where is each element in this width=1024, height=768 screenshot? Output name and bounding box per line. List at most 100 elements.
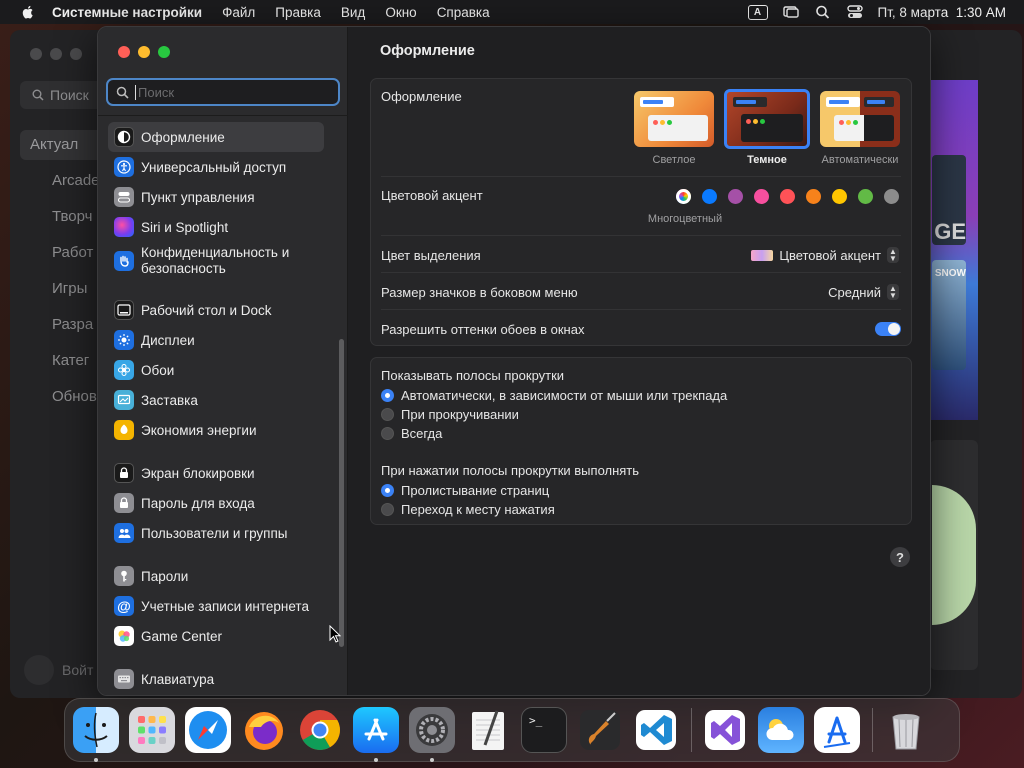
accent-swatch[interactable] (832, 189, 847, 204)
zoom-button[interactable] (158, 46, 170, 58)
menu-help[interactable]: Справка (437, 5, 490, 20)
sidebar-item-users-groups[interactable]: Пользователи и группы (108, 518, 324, 548)
sidebar-item-displays[interactable]: Дисплеи (108, 325, 324, 355)
content-pane: Оформление Оформление Светлое Темное Авт… (349, 27, 930, 695)
system-settings-icon[interactable] (409, 707, 455, 762)
accent-color-selected-label: Многоцветный (647, 213, 723, 225)
accent-swatch[interactable] (884, 189, 899, 204)
sidebar-scrollbar[interactable] (339, 339, 344, 647)
sidebar-icon-size-popup[interactable]: Средний ▲ ▼ (828, 284, 899, 300)
radio-button[interactable] (381, 484, 394, 497)
radio-scrollbars-auto[interactable]: Автоматически, в зависимости от мыши или… (381, 388, 727, 403)
window-controls (118, 46, 170, 58)
menu-app-name[interactable]: Системные настройки (52, 5, 202, 20)
menu-file[interactable]: Файл (222, 5, 255, 20)
sidebar-item-lock-screen[interactable]: Экран блокировки (108, 458, 324, 488)
avatar[interactable] (24, 655, 54, 685)
appearance-option-light-label: Светлое (652, 154, 696, 166)
visual-studio-icon[interactable] (702, 707, 748, 753)
spotlight-search-icon[interactable] (814, 4, 832, 20)
firefox-icon[interactable] (241, 707, 287, 753)
radio-button[interactable] (381, 427, 394, 440)
highlight-color-popup[interactable]: Цветовой акцент ▲ ▼ (751, 247, 899, 263)
sidebar-item-game-center[interactable]: Game Center (108, 621, 324, 651)
appearance-option-dark-label: Темное (747, 154, 787, 166)
background-game-tile[interactable]: GE (932, 155, 966, 245)
background-sign-in-label[interactable]: Войт (62, 662, 93, 678)
sidebar-item-accessibility[interactable]: Универсальный доступ (108, 152, 324, 182)
sidebar-item-screensaver[interactable]: Заставка (108, 385, 324, 415)
appearance-option-light[interactable] (634, 91, 714, 147)
textedit-icon[interactable] (465, 707, 511, 753)
accent-swatch[interactable] (780, 189, 795, 204)
sidebar-item-control-center[interactable]: Пункт управления (108, 182, 324, 212)
accent-swatch[interactable] (728, 189, 743, 204)
weather-icon[interactable] (758, 707, 804, 753)
accent-swatch[interactable] (806, 189, 821, 204)
dock-separator (872, 708, 873, 752)
sidebar-item-siri-spotlight[interactable]: Siri и Spotlight (108, 212, 324, 242)
sidebar-item-label: Универсальный доступ (141, 159, 287, 175)
login-password-icon (114, 493, 134, 513)
app-store-icon[interactable] (353, 707, 399, 762)
highlight-color-value: Цветовой акцент (779, 247, 881, 263)
sidebar-search[interactable] (106, 78, 340, 106)
background-game-tile[interactable]: SNOW (932, 260, 966, 370)
sidebar-item-login-password[interactable]: Пароль для входа (108, 488, 324, 518)
sidebar-item-energy-saver[interactable]: Экономия энергии (108, 415, 324, 445)
menu-view[interactable]: Вид (341, 5, 365, 20)
finder-icon[interactable] (73, 707, 119, 762)
accent-swatch[interactable] (702, 189, 717, 204)
accent-swatch[interactable] (754, 189, 769, 204)
sidebar-item-keyboard[interactable]: Клавиатура (108, 664, 324, 694)
radio-button[interactable] (381, 389, 394, 402)
sidebar-item-label: Учетные записи интернета (141, 598, 309, 614)
minimize-button[interactable] (138, 46, 150, 58)
sidebar-item-label: Пользователи и группы (141, 525, 288, 541)
appearance-option-auto[interactable] (820, 91, 900, 147)
menu-edit[interactable]: Правка (275, 5, 321, 20)
radio-scrollbars-when-scrolling[interactable]: При прокручивании (381, 407, 519, 422)
safari-icon[interactable] (185, 707, 231, 753)
radio-scroll-click-next-page[interactable]: Пролистывание страниц (381, 483, 549, 498)
input-source-icon[interactable]: A (747, 4, 768, 20)
background-search-label: Поиск (50, 87, 89, 103)
help-button[interactable]: ? (890, 547, 910, 567)
apple-icon[interactable] (20, 4, 36, 20)
radio-button[interactable] (381, 503, 394, 516)
desktop-dock-icon (114, 300, 134, 320)
system-settings-window: Оформление Универсальный доступ Пункт уп… (97, 26, 931, 696)
accessibility-icon (114, 157, 134, 177)
accent-swatch[interactable] (858, 189, 873, 204)
xcode-instruments-icon[interactable] (814, 707, 860, 753)
accent-swatch-multicolor[interactable] (676, 189, 691, 204)
vscode-icon[interactable] (633, 707, 679, 753)
appearance-option-dark[interactable] (724, 89, 810, 149)
sidebar-item-wallpaper[interactable]: Обои (108, 355, 324, 385)
search-input[interactable] (135, 84, 325, 100)
sidebar-item-privacy-security[interactable]: Конфиденциальность и безопасность (108, 243, 324, 279)
wallpaper-tinting-toggle[interactable] (875, 322, 901, 336)
control-center-icon[interactable] (846, 4, 864, 20)
radio-scrollbars-always[interactable]: Всегда (381, 426, 442, 441)
radio-scroll-click-jump[interactable]: Переход к месту нажатия (381, 502, 555, 517)
menu-clock[interactable]: Пт, 8 марта 1:30 AM (878, 5, 1006, 20)
sidebar-item-desktop-dock[interactable]: Рабочий стол и Dock (108, 295, 324, 325)
page-title: Оформление (380, 43, 475, 59)
screen-mirroring-icon[interactable] (782, 4, 800, 20)
accent-color-label: Цветовой акцент (381, 188, 483, 203)
search-icon (116, 86, 129, 99)
radio-button[interactable] (381, 408, 394, 421)
sidebar-item-internet-accounts[interactable]: @ Учетные записи интернета (108, 591, 324, 621)
background-illustration (932, 485, 976, 625)
close-button[interactable] (118, 46, 130, 58)
scrollbars-label: Показывать полосы прокрутки (381, 368, 565, 383)
trash-icon[interactable] (883, 707, 929, 753)
garageband-icon[interactable] (577, 707, 623, 753)
menu-window[interactable]: Окно (385, 5, 416, 20)
launchpad-icon[interactable] (129, 707, 175, 753)
sidebar-item-passwords[interactable]: Пароли (108, 561, 324, 591)
chrome-icon[interactable] (297, 707, 343, 753)
terminal-icon[interactable]: >_ (521, 707, 567, 753)
sidebar-item-appearance[interactable]: Оформление (108, 122, 324, 152)
